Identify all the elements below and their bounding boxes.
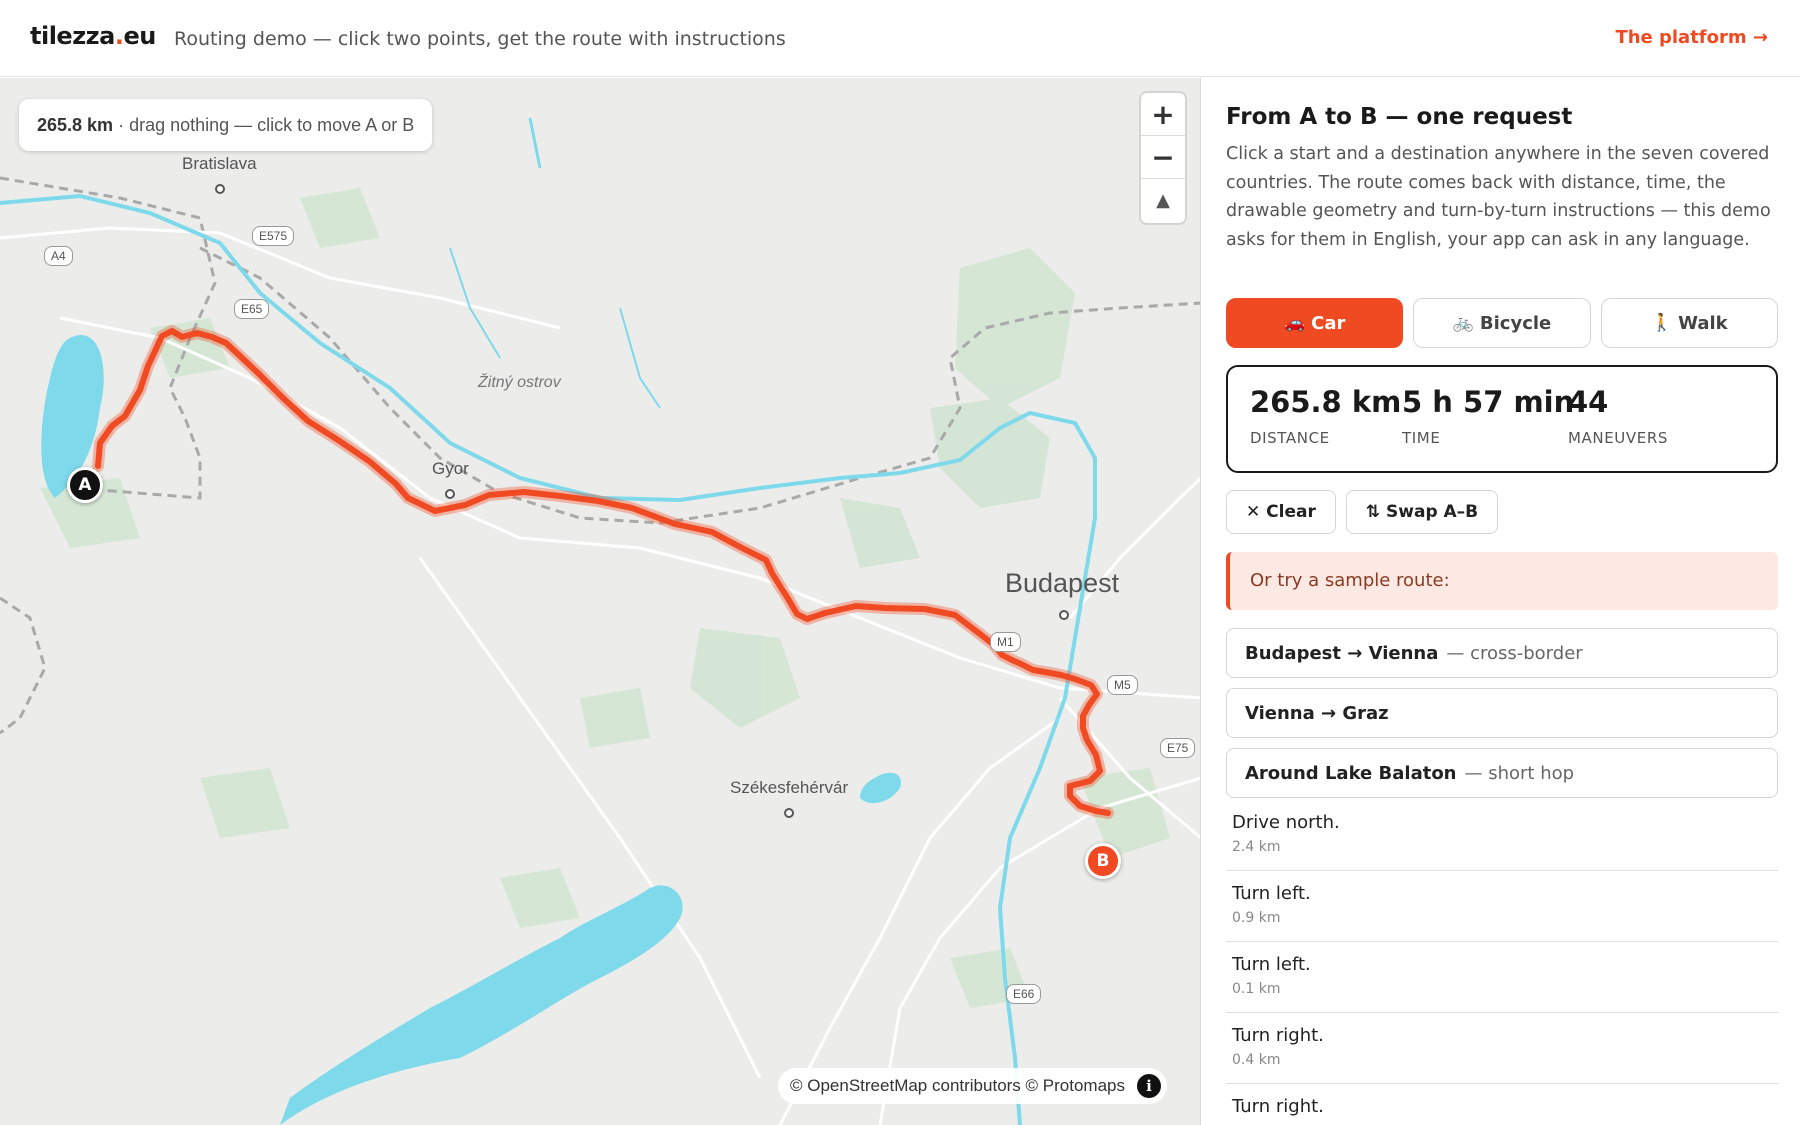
sample-route-budapest-vienna[interactable]: Budapest → Vienna — cross-border: [1226, 628, 1778, 678]
panel-title: From A to B — one request: [1226, 104, 1573, 130]
zoom-out-button[interactable]: −: [1141, 136, 1185, 179]
road-shield-m5: M5: [1107, 675, 1138, 695]
zoom-control: + − ▲: [1141, 93, 1185, 223]
mode-car-button[interactable]: 🚗 Car: [1226, 298, 1404, 348]
city-dot-szekesfehervar: [784, 808, 794, 818]
stat-time: 5 h 57 min TIME: [1402, 385, 1575, 447]
road-shield-a4: A4: [44, 246, 73, 266]
route-panel: From A to B — one request Click a start …: [1202, 78, 1800, 1125]
mode-bicycle-button[interactable]: 🚲 Bicycle: [1413, 298, 1591, 348]
sample-route-callout: Or try a sample route:: [1226, 552, 1778, 610]
info-icon[interactable]: i: [1136, 1074, 1161, 1098]
walk-icon: 🚶: [1650, 313, 1673, 333]
route-summary-chip: 265.8 km · drag nothing — click to move …: [19, 99, 433, 151]
sample-route-balaton[interactable]: Around Lake Balaton — short hop: [1226, 748, 1778, 798]
sample-route-vienna-graz[interactable]: Vienna → Graz: [1226, 688, 1778, 738]
top-header: tilezza.eu Routing demo — click two poin…: [0, 0, 1800, 77]
page-tagline: Routing demo — click two points, get the…: [174, 28, 786, 50]
sample-route-list: Budapest → Vienna — cross-border Vienna →…: [1226, 628, 1778, 808]
instruction-step[interactable]: Turn left. 0.1 km: [1226, 942, 1778, 1013]
stat-distance: 265.8 km DISTANCE: [1250, 385, 1402, 447]
turn-by-turn-list: Drive north. 2.4 km Turn left. 0.9 km Turn…: [1226, 800, 1778, 1125]
bicycle-icon: 🚲: [1452, 313, 1474, 333]
stat-maneuvers: 44 MANEUVERS: [1568, 385, 1668, 447]
road-shield-e65: E65: [234, 299, 270, 319]
brand-logo[interactable]: tilezza.eu: [30, 22, 156, 50]
city-label-budapest: Budapest: [1005, 568, 1120, 598]
road-shield-e575: E575: [252, 226, 295, 246]
route-map[interactable]: Bratislava Žitný ostrov Gyor Budapest Sz…: [0, 78, 1201, 1125]
travel-mode-selector: 🚗 Car 🚲 Bicycle 🚶 Walk: [1226, 298, 1778, 348]
compass-icon[interactable]: ▲: [1141, 179, 1185, 222]
road-shield-m1: M1: [990, 632, 1021, 652]
clear-button[interactable]: ✕ Clear: [1226, 490, 1336, 534]
city-dot-gyor: [445, 489, 455, 499]
swap-button[interactable]: ⇅ Swap A–B: [1345, 490, 1499, 534]
car-icon: 🚗: [1283, 313, 1306, 333]
instruction-step[interactable]: Turn right.: [1226, 1084, 1778, 1125]
road-shield-e66: E66: [1006, 984, 1042, 1004]
instruction-step[interactable]: Turn left. 0.9 km: [1226, 871, 1778, 942]
region-label-zitny-ostrov: Žitný ostrov: [478, 374, 561, 391]
instruction-step[interactable]: Turn right. 0.4 km: [1226, 1013, 1778, 1084]
platform-link[interactable]: The platform →: [1615, 27, 1768, 48]
instruction-step[interactable]: Drive north. 2.4 km: [1226, 800, 1778, 871]
city-label-gyor: Gyor: [432, 459, 469, 478]
route-actions: ✕ Clear ⇅ Swap A–B: [1226, 490, 1499, 534]
forest-areas: [40, 188, 1170, 1008]
map-canvas: [0, 117, 1200, 1125]
marker-b[interactable]: B: [1085, 843, 1121, 879]
route-stats: 265.8 km DISTANCE 5 h 57 min TIME 44 MAN…: [1226, 365, 1778, 473]
city-label-bratislava: Bratislava: [182, 154, 257, 173]
zoom-in-button[interactable]: +: [1141, 93, 1185, 136]
road-shield-e75: E75: [1160, 738, 1196, 758]
mode-walk-button[interactable]: 🚶 Walk: [1600, 298, 1778, 348]
marker-a[interactable]: A: [67, 467, 103, 503]
city-label-szekesfehervar: Székesfehérvár: [730, 778, 849, 797]
panel-description: Click a start and a destination anywhere…: [1226, 144, 1771, 250]
map-attribution: © OpenStreetMap contributors © Protomaps…: [778, 1068, 1167, 1104]
city-dot-bratislava: [215, 184, 225, 194]
city-dot-budapest: [1059, 610, 1069, 620]
